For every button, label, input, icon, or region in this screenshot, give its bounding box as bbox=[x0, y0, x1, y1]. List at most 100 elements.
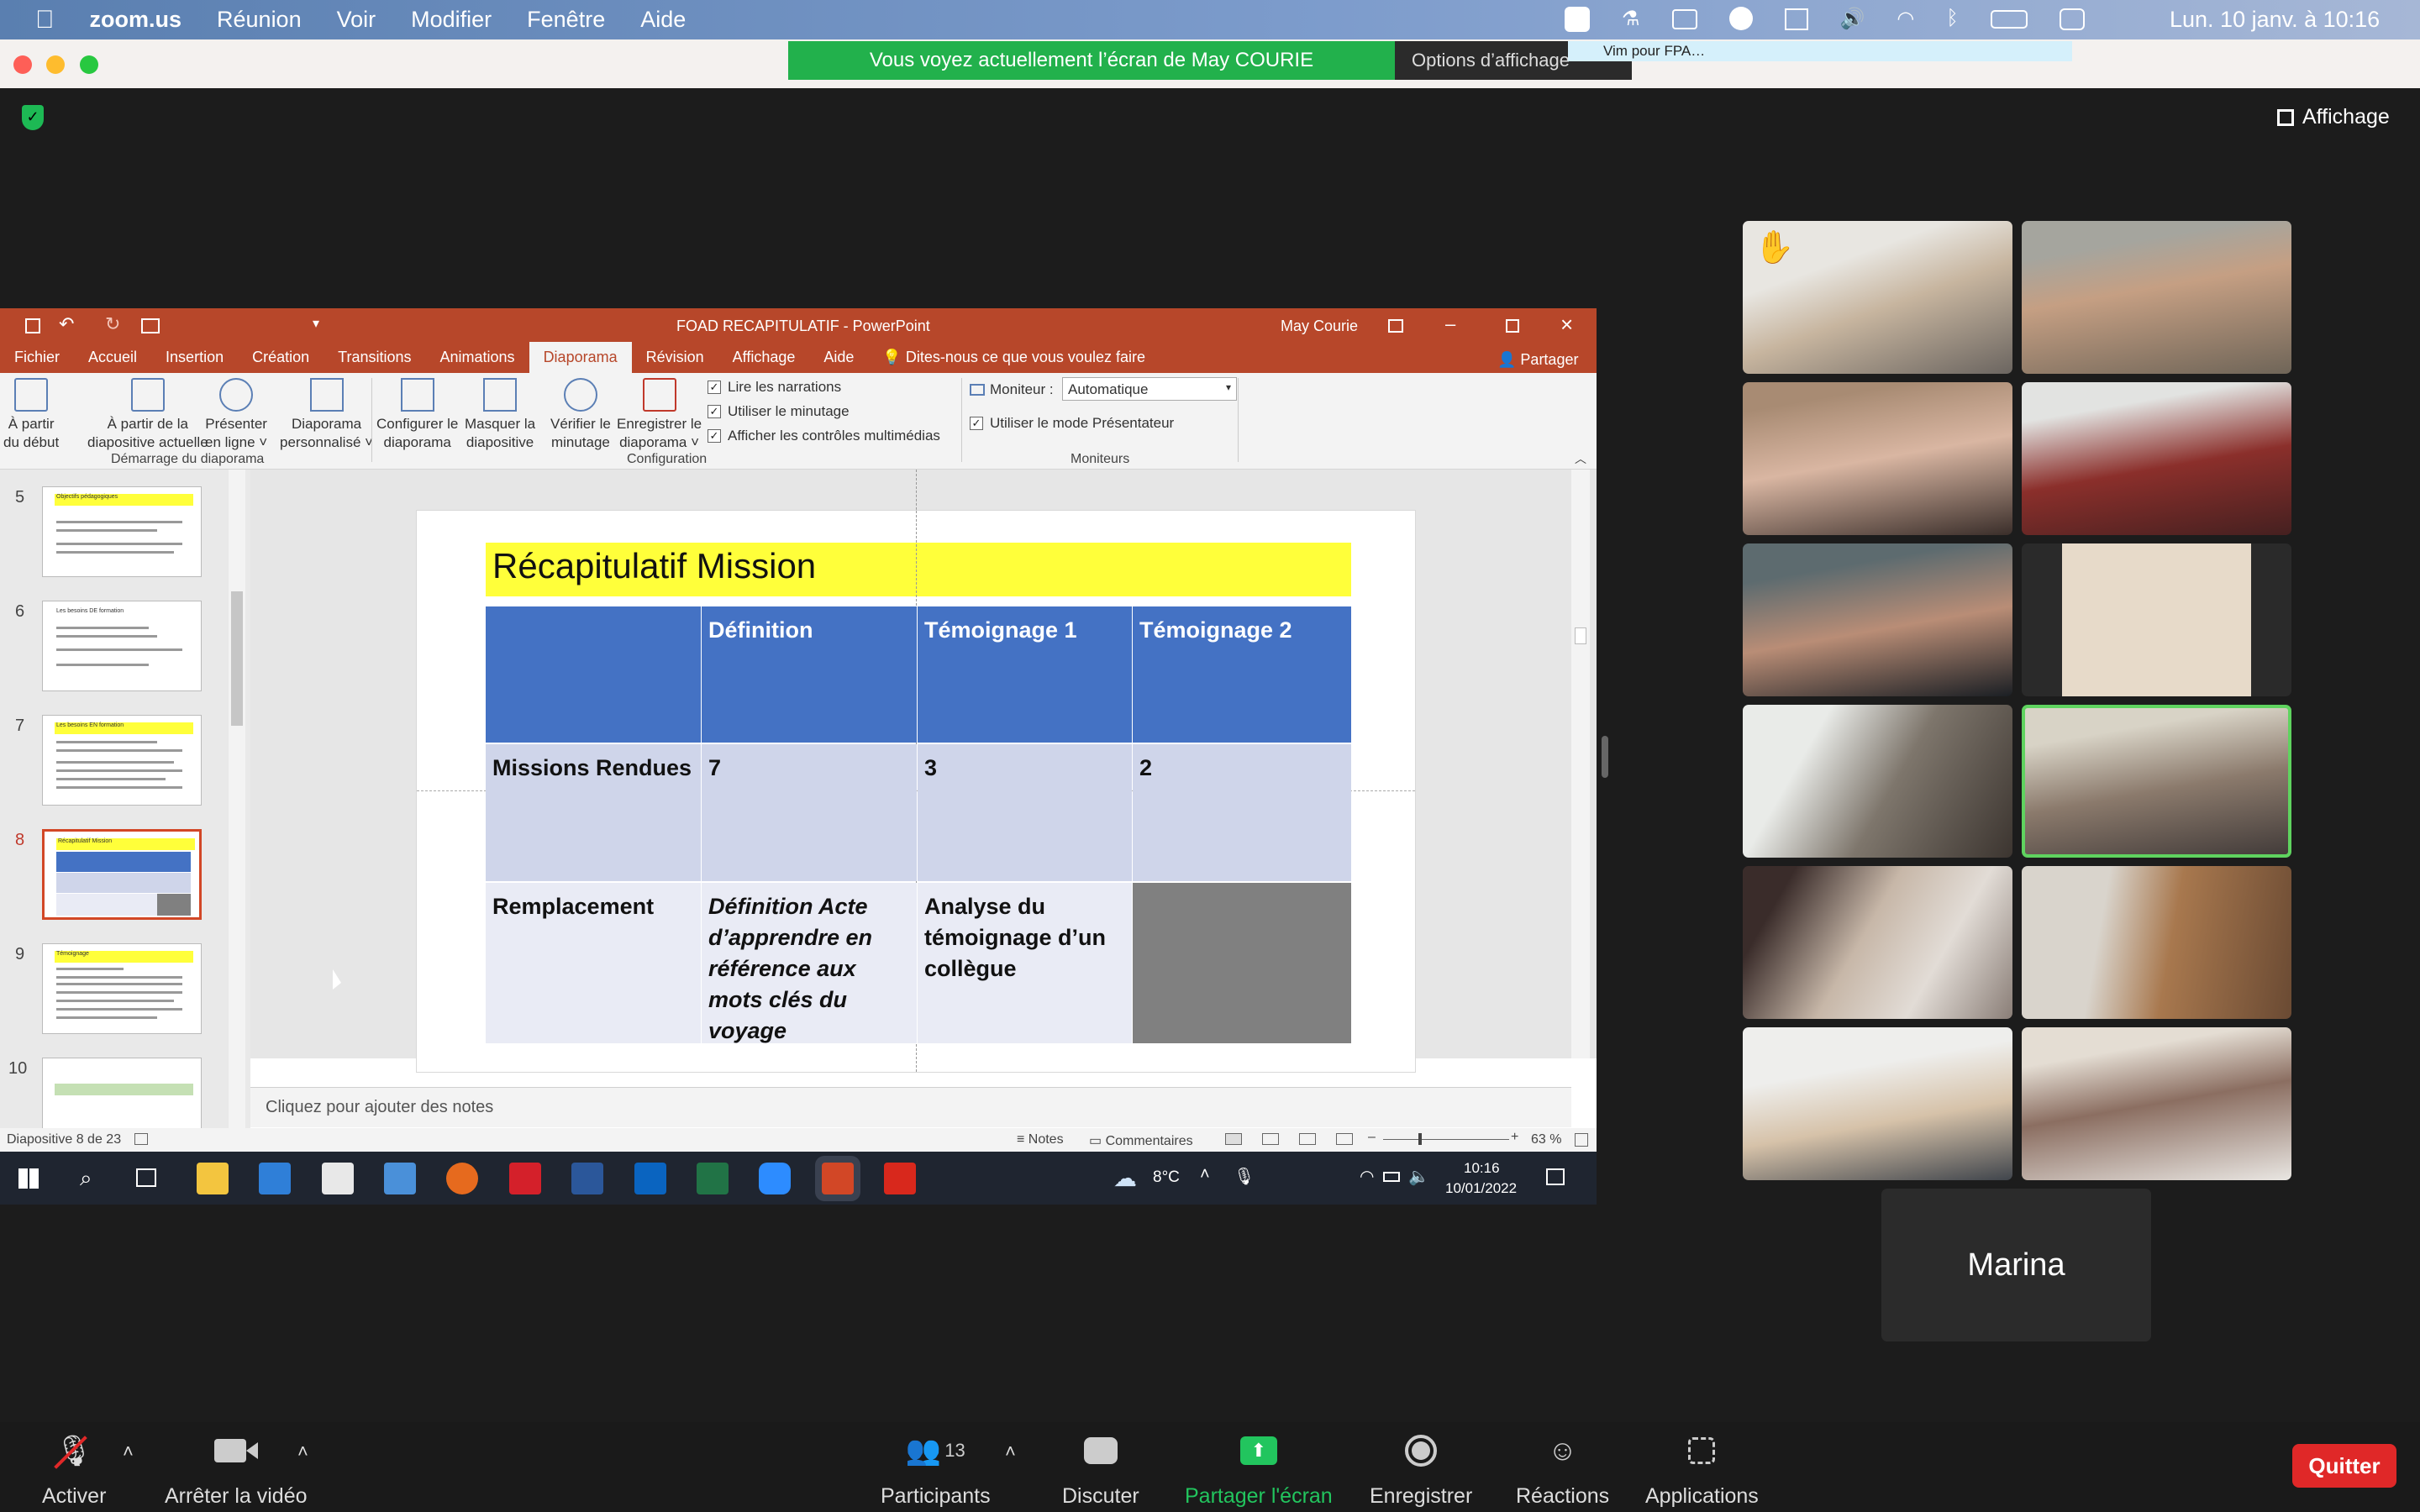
scroll-thumb[interactable] bbox=[231, 591, 243, 726]
zoom-app-icon[interactable] bbox=[759, 1163, 791, 1194]
excel-icon[interactable] bbox=[697, 1163, 729, 1194]
zoom-out-icon[interactable]: – bbox=[1368, 1130, 1376, 1145]
normal-view-icon[interactable] bbox=[1225, 1133, 1242, 1145]
audio-options-chevron-icon[interactable]: ˄ bbox=[123, 1441, 134, 1462]
custom-slideshow-button[interactable]: Diaporama personnalisé ˅ bbox=[280, 378, 373, 452]
sorter-view-icon[interactable] bbox=[1262, 1133, 1279, 1145]
present-online-button[interactable]: Présenter en ligne ˅ bbox=[205, 378, 267, 452]
network-icon[interactable]: ◠ bbox=[1360, 1166, 1374, 1187]
zoom-in-icon[interactable]: + bbox=[1511, 1130, 1518, 1145]
firefox-icon[interactable] bbox=[446, 1163, 478, 1194]
record-slideshow-button[interactable]: Enregistrer le diaporama ˅ bbox=[617, 378, 702, 452]
spellcheck-icon[interactable] bbox=[134, 1133, 148, 1145]
participants-chevron-icon[interactable]: ˄ bbox=[1005, 1441, 1016, 1462]
notes-pane[interactable]: Cliquez pour ajouter des notes bbox=[250, 1087, 1571, 1127]
battery-tray-icon[interactable] bbox=[1383, 1172, 1400, 1182]
share-screen-button[interactable]: ⬆ Partager l'écran bbox=[1185, 1432, 1333, 1509]
word-icon[interactable] bbox=[571, 1163, 603, 1194]
menu-fenetre[interactable]: Fenêtre bbox=[527, 7, 605, 33]
tab-aide[interactable]: Aide bbox=[809, 349, 868, 373]
video-tile-10[interactable] bbox=[2022, 866, 2291, 1019]
volume-icon[interactable]: 🔊 bbox=[1840, 7, 1865, 32]
video-tile-5[interactable] bbox=[1743, 543, 2012, 696]
ribbon-display-icon[interactable] bbox=[1388, 319, 1403, 333]
start-slideshow-icon[interactable] bbox=[141, 318, 160, 333]
thumbnail-5[interactable]: Objectifs pédagogiques bbox=[42, 486, 202, 577]
zoom-level[interactable]: 63 % bbox=[1531, 1132, 1561, 1147]
fit-slide-icon[interactable] bbox=[1575, 1133, 1588, 1147]
reading-view-icon[interactable] bbox=[1299, 1133, 1316, 1145]
menu-modifier[interactable]: Modifier bbox=[411, 7, 492, 33]
save-icon[interactable] bbox=[25, 318, 40, 333]
tab-fichier[interactable]: Fichier bbox=[0, 349, 74, 373]
presenter-view-checkbox[interactable]: ✓ Utiliser le mode Présentateur bbox=[970, 415, 1174, 432]
window-icon[interactable] bbox=[1784, 8, 1808, 30]
thumbnail-8-selected[interactable]: Récapitulatif Mission bbox=[42, 829, 202, 920]
redo-icon[interactable]: ↻ bbox=[105, 313, 120, 335]
bluetooth-icon[interactable]: ᛒ bbox=[1946, 7, 1958, 32]
monitor-select[interactable]: Automatique ▾ bbox=[1062, 377, 1237, 401]
zoom-status-icon[interactable] bbox=[1565, 7, 1590, 32]
weather-icon[interactable]: ☁ bbox=[1113, 1164, 1137, 1192]
mic-icon[interactable]: 🎙 bbox=[1234, 1166, 1255, 1187]
minimize-window-icon[interactable] bbox=[46, 55, 65, 74]
zoom-slider-handle[interactable] bbox=[1418, 1133, 1422, 1145]
menu-aide[interactable]: Aide bbox=[640, 7, 686, 33]
video-tile-7[interactable] bbox=[1743, 705, 2012, 858]
control-center-icon[interactable] bbox=[2059, 8, 2085, 30]
dashlane-icon[interactable] bbox=[509, 1163, 541, 1194]
split-handle[interactable] bbox=[1602, 736, 1608, 778]
outlook-icon[interactable] bbox=[634, 1163, 666, 1194]
tab-transitions[interactable]: Transitions bbox=[324, 349, 425, 373]
comments-toggle[interactable]: ▭ Commentaires bbox=[1089, 1132, 1193, 1149]
video-tile-1[interactable]: ✋ bbox=[1743, 221, 2012, 374]
menu-app[interactable]: zoom.us bbox=[90, 7, 182, 33]
video-tile-12[interactable] bbox=[2022, 1027, 2291, 1180]
from-beginning-button[interactable]: À partir du début bbox=[3, 378, 59, 452]
video-tile-4[interactable] bbox=[2022, 382, 2291, 535]
view-button[interactable]: Affichage bbox=[2277, 105, 2390, 129]
share-button[interactable]: 👤 Partager bbox=[1497, 351, 1578, 369]
thumbnail-6[interactable]: Les besoins DE formation bbox=[42, 601, 202, 691]
video-options-chevron-icon[interactable]: ˄ bbox=[297, 1441, 308, 1462]
qat-more-icon[interactable]: ▾ bbox=[313, 315, 319, 332]
tab-diaporama[interactable]: Diaporama bbox=[529, 342, 632, 373]
flask-icon[interactable]: ⚗ bbox=[1622, 7, 1640, 32]
scroll-thumb[interactable] bbox=[1575, 627, 1586, 644]
video-tile-6[interactable] bbox=[2022, 543, 2291, 696]
from-current-button[interactable]: À partir de la diapositive actuelle bbox=[87, 378, 208, 452]
tab-affichage[interactable]: Affichage bbox=[718, 349, 810, 373]
record-button[interactable]: Enregistrer bbox=[1370, 1432, 1472, 1509]
collapse-ribbon-icon[interactable]: ︿ bbox=[1575, 450, 1586, 467]
file-explorer-icon[interactable] bbox=[197, 1163, 229, 1194]
use-timings-checkbox[interactable]: ✓ Utiliser le minutage bbox=[708, 403, 850, 420]
remote-desktop-icon[interactable] bbox=[384, 1163, 416, 1194]
task-view-icon[interactable] bbox=[136, 1168, 156, 1187]
unmute-button[interactable]: 🎙 Activer bbox=[42, 1432, 106, 1509]
tab-revision[interactable]: Révision bbox=[632, 349, 718, 373]
speaker-icon[interactable]: 🔈 bbox=[1408, 1166, 1429, 1187]
close-window-icon[interactable] bbox=[13, 55, 32, 74]
keyboard-icon[interactable] bbox=[1671, 9, 1697, 29]
chat-button[interactable]: Discuter bbox=[1062, 1432, 1139, 1509]
play-narrations-checkbox[interactable]: ✓ Lire les narrations bbox=[708, 379, 841, 396]
mail-icon[interactable] bbox=[259, 1163, 291, 1194]
notes-toggle[interactable]: ≡ Notes bbox=[1017, 1132, 1064, 1147]
teamviewer-icon[interactable] bbox=[1728, 7, 1753, 30]
video-tile-9[interactable] bbox=[1743, 866, 2012, 1019]
thumbnail-scrollbar[interactable] bbox=[229, 470, 245, 1128]
tab-animations[interactable]: Animations bbox=[426, 349, 529, 373]
thumbnail-9[interactable]: Témoignage bbox=[42, 943, 202, 1034]
video-tile-2[interactable] bbox=[2022, 221, 2291, 374]
stop-video-button[interactable]: Arrêter la vidéo bbox=[165, 1432, 308, 1509]
taskbar-time[interactable]: 10:16 bbox=[1464, 1160, 1500, 1177]
wifi-icon[interactable]: ◠ bbox=[1897, 7, 1914, 32]
slideshow-view-icon[interactable] bbox=[1336, 1133, 1353, 1145]
powerpoint-icon[interactable] bbox=[822, 1163, 854, 1194]
tray-chevron-icon[interactable]: ˄ bbox=[1200, 1165, 1210, 1184]
thumbnail-7[interactable]: Les besoins EN formation bbox=[42, 715, 202, 806]
restore-icon[interactable] bbox=[1506, 319, 1519, 333]
apps-button[interactable]: Applications bbox=[1645, 1432, 1759, 1509]
clock[interactable]: Lun. 10 janv. à 10:16 bbox=[2170, 7, 2380, 33]
editor-scrollbar[interactable] bbox=[1571, 470, 1590, 1058]
